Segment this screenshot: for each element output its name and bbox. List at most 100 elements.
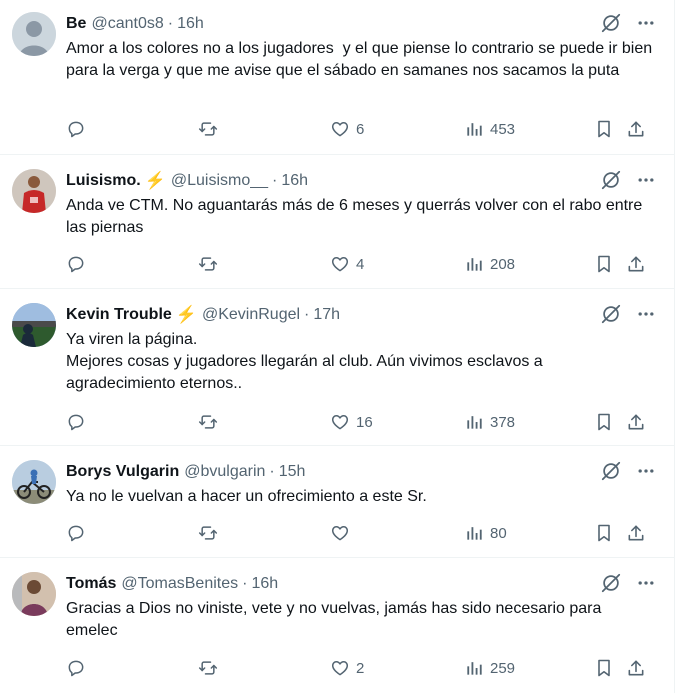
repost-button[interactable] xyxy=(198,522,218,544)
tweet[interactable]: Luisismo. ⚡ @Luisismo__ · 16h Anda ve CT… xyxy=(0,155,674,289)
action-bar: 80 xyxy=(66,522,656,544)
display-name[interactable]: Borys Vulgarin xyxy=(66,463,179,481)
user-handle[interactable]: @Luisismo__ xyxy=(171,172,268,190)
bookmark-icon xyxy=(598,659,610,677)
tweet[interactable]: Tomás @TomasBenites · 16h Gracias a Dios… xyxy=(0,558,674,693)
bookmark-button[interactable] xyxy=(594,657,614,679)
display-name[interactable]: Be xyxy=(66,15,86,33)
avatar[interactable] xyxy=(12,169,56,213)
like-button[interactable]: 4 xyxy=(330,253,364,275)
display-name[interactable]: Kevin Trouble xyxy=(66,306,172,324)
views-button[interactable]: 453 xyxy=(464,118,515,140)
separator: · xyxy=(304,306,310,323)
tweet-text: Amor a los colores no a los jugadores y … xyxy=(66,40,657,79)
cyclist-avatar-icon xyxy=(12,460,56,504)
bookmark-button[interactable] xyxy=(594,118,614,140)
repost-button[interactable] xyxy=(198,657,218,679)
share-button[interactable] xyxy=(626,411,646,433)
views-button[interactable]: 378 xyxy=(464,411,515,433)
share-button[interactable] xyxy=(626,522,646,544)
timestamp[interactable]: 17h xyxy=(313,306,340,324)
more-options-icon[interactable] xyxy=(636,304,656,324)
tweet-header: Tomás @TomasBenites · 16h xyxy=(66,572,656,596)
grok-icon[interactable] xyxy=(600,460,622,482)
heart-icon xyxy=(331,415,349,430)
tweet[interactable]: Be @cant0s8 · 16h Amor a los colores no … xyxy=(0,0,674,155)
like-button[interactable] xyxy=(330,522,356,544)
bookmark-icon xyxy=(598,413,610,431)
view-count: 378 xyxy=(490,413,516,431)
timestamp[interactable]: 16h xyxy=(251,575,278,593)
like-button[interactable]: 2 xyxy=(330,657,364,679)
more-options-icon[interactable] xyxy=(636,461,656,481)
display-name[interactable]: Luisismo. xyxy=(66,172,141,190)
share-icon xyxy=(628,121,644,137)
grok-icon[interactable] xyxy=(600,12,622,34)
avatar[interactable] xyxy=(12,12,56,56)
reply-button[interactable] xyxy=(66,522,86,544)
user-handle[interactable]: @TomasBenites xyxy=(121,575,238,593)
lightning-bolt-icon: ⚡ xyxy=(175,305,197,324)
timestamp[interactable]: 16h xyxy=(281,172,308,190)
grok-icon[interactable] xyxy=(600,169,622,191)
grok-icon[interactable] xyxy=(600,303,622,325)
analytics-icon xyxy=(467,123,482,136)
share-button[interactable] xyxy=(626,253,646,275)
user-handle[interactable]: @KevinRugel xyxy=(202,306,300,324)
more-options-icon[interactable] xyxy=(636,170,656,190)
avatar[interactable] xyxy=(12,460,56,504)
like-button[interactable]: 6 xyxy=(330,118,364,140)
reply-button[interactable] xyxy=(66,253,86,275)
stadium-avatar-icon xyxy=(12,303,56,347)
share-button[interactable] xyxy=(626,657,646,679)
share-icon xyxy=(628,660,644,676)
heart-icon xyxy=(331,526,349,541)
bookmark-button[interactable] xyxy=(594,522,614,544)
action-bar: 6 453 xyxy=(66,118,656,140)
tweet[interactable]: Kevin Trouble ⚡ @KevinRugel · 17h Ya vir… xyxy=(0,289,674,446)
tweet-header: Borys Vulgarin @bvulgarin · 15h xyxy=(66,460,656,484)
tweet[interactable]: Borys Vulgarin @bvulgarin · 15h Ya no le… xyxy=(0,446,674,558)
repost-button[interactable] xyxy=(198,253,218,275)
view-count: 453 xyxy=(490,120,516,138)
view-count: 208 xyxy=(490,255,516,273)
repost-button[interactable] xyxy=(198,118,218,140)
bookmark-icon xyxy=(598,120,610,138)
reply-button[interactable] xyxy=(66,118,86,140)
separator: · xyxy=(272,172,278,189)
grok-icon[interactable] xyxy=(600,572,622,594)
display-name[interactable]: Tomás xyxy=(66,575,116,593)
person-avatar-icon xyxy=(12,572,56,616)
repost-button[interactable] xyxy=(198,411,218,433)
repost-icon xyxy=(198,122,218,136)
more-options-icon[interactable] xyxy=(636,573,656,593)
views-button[interactable]: 80 xyxy=(464,522,507,544)
reply-button[interactable] xyxy=(66,657,86,679)
tweet-text: Ya viren la página. Mejores cosas y juga… xyxy=(66,331,543,392)
bookmark-button[interactable] xyxy=(594,411,614,433)
view-count: 80 xyxy=(490,524,507,542)
bookmark-icon xyxy=(598,524,610,542)
more-options-icon[interactable] xyxy=(636,13,656,33)
tweet-content: Kevin Trouble ⚡ @KevinRugel · 17h Ya vir… xyxy=(66,303,656,395)
share-button[interactable] xyxy=(626,118,646,140)
views-button[interactable]: 208 xyxy=(464,253,515,275)
like-button[interactable]: 16 xyxy=(330,411,373,433)
user-handle[interactable]: @cant0s8 xyxy=(91,15,163,33)
repost-icon xyxy=(198,661,218,675)
tweet-header: Kevin Trouble ⚡ @KevinRugel · 17h xyxy=(66,303,656,327)
bookmark-button[interactable] xyxy=(594,253,614,275)
views-button[interactable]: 259 xyxy=(464,657,515,679)
tweet-text: Gracias a Dios no viniste, vete y no vue… xyxy=(66,600,606,639)
timestamp[interactable]: 16h xyxy=(177,15,204,33)
repost-icon xyxy=(198,257,218,271)
default-avatar-icon xyxy=(12,12,56,56)
tweet-header: Be @cant0s8 · 16h xyxy=(66,12,656,36)
avatar[interactable] xyxy=(12,572,56,616)
like-count: 2 xyxy=(356,659,365,677)
timestamp[interactable]: 15h xyxy=(279,463,306,481)
repost-icon xyxy=(198,526,218,540)
avatar[interactable] xyxy=(12,303,56,347)
reply-button[interactable] xyxy=(66,411,86,433)
user-handle[interactable]: @bvulgarin xyxy=(184,463,265,481)
